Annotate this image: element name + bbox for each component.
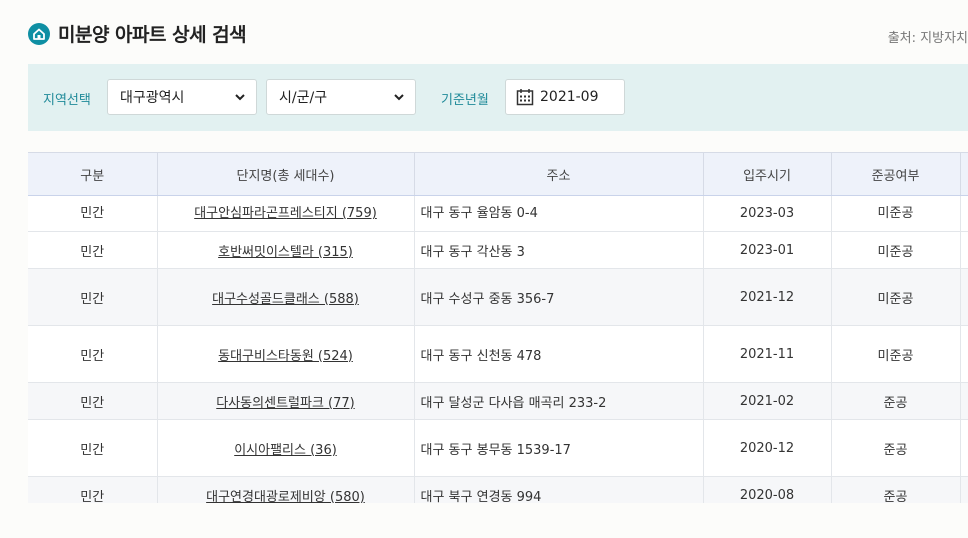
cell-status: 미준공 [831, 231, 961, 269]
cell-status: 준공 [831, 476, 961, 503]
cell-type: 민간 [28, 195, 158, 232]
cell-name: 다사동의센트럴파크 (77) [157, 382, 415, 420]
cell-type: 민간 [28, 476, 158, 503]
cell-extra [960, 382, 968, 420]
col-header-address: 주소 [414, 152, 704, 196]
calendar-icon [516, 88, 534, 106]
cell-status: 준공 [831, 382, 961, 420]
cell-move-in: 2021-12 [703, 268, 832, 326]
cell-address: 대구 동구 율암동 0-4 [414, 195, 704, 232]
cell-move-in: 2021-02 [703, 382, 832, 420]
cell-move-in: 2020-08 [703, 476, 832, 503]
table-row: 민간 호반써밋이스텔라 (315) 대구 동구 각산동 3 2023-01 미준… [28, 231, 968, 269]
cell-move-in: 2021-11 [703, 325, 832, 383]
source-note: 출처: 지방자치 [887, 31, 968, 46]
cell-name: 대구수성골드클래스 (588) [157, 268, 415, 326]
filter-bar: 지역선택 대구광역시 시/군/구 기준년월 2021-09 [28, 64, 968, 131]
cell-address: 대구 동구 신천동 478 [414, 325, 704, 383]
cell-move-in: 2023-03 [703, 195, 832, 232]
cell-address: 대구 달성군 다사읍 매곡리 233-2 [414, 382, 704, 420]
table-row: 민간 다사동의센트럴파크 (77) 대구 달성군 다사읍 매곡리 233-2 2… [28, 382, 968, 420]
district-select-value: 시/군/구 [279, 90, 328, 106]
cell-status: 미준공 [831, 325, 961, 383]
apartment-link[interactable]: 이시아팰리스 (36) [234, 443, 337, 458]
page-title: 미분양 아파트 상세 검색 [58, 24, 247, 46]
date-value: 2021-09 [540, 89, 599, 105]
table-row: 민간 이시아팰리스 (36) 대구 동구 봉무동 1539-17 2020-12… [28, 419, 968, 477]
region-select-value: 대구광역시 [120, 90, 185, 106]
results-table-wrap[interactable]: 구분 단지명(총 세대수) 주소 입주시기 준공여부 민간 대구안심파라곤프레스… [28, 152, 968, 503]
chevron-down-icon [393, 91, 405, 107]
apartment-link[interactable]: 대구연경대광로제비앙 (580) [206, 490, 365, 504]
results-table: 구분 단지명(총 세대수) 주소 입주시기 준공여부 민간 대구안심파라곤프레스… [28, 152, 968, 503]
cell-extra [960, 268, 968, 326]
cell-status: 준공 [831, 419, 961, 477]
cell-name: 호반써밋이스텔라 (315) [157, 231, 415, 269]
chevron-down-icon [234, 91, 246, 107]
cell-name: 동대구비스타동원 (524) [157, 325, 415, 383]
apartment-link[interactable]: 대구안심파라곤프레스티지 (759) [194, 206, 377, 221]
cell-type: 민간 [28, 325, 158, 383]
district-select[interactable]: 시/군/구 [266, 79, 416, 115]
cell-extra [960, 325, 968, 383]
cell-extra [960, 231, 968, 269]
table-row: 민간 대구연경대광로제비앙 (580) 대구 북구 연경동 994 2020-0… [28, 476, 968, 504]
apartment-link[interactable]: 호반써밋이스텔라 (315) [218, 245, 353, 260]
table-row: 민간 대구안심파라곤프레스티지 (759) 대구 동구 율암동 0-4 2023… [28, 195, 968, 232]
region-label: 지역선택 [43, 93, 91, 108]
cell-extra [960, 419, 968, 477]
apartment-link[interactable]: 동대구비스타동원 (524) [218, 349, 353, 364]
cell-address: 대구 동구 봉무동 1539-17 [414, 419, 704, 477]
table-row: 민간 대구수성골드클래스 (588) 대구 수성구 중동 356-7 2021-… [28, 268, 968, 326]
cell-extra [960, 476, 968, 503]
cell-name: 대구연경대광로제비앙 (580) [157, 476, 415, 504]
table-row: 민간 동대구비스타동원 (524) 대구 동구 신천동 478 2021-11 … [28, 325, 968, 383]
apartment-link[interactable]: 다사동의센트럴파크 (77) [216, 396, 354, 411]
cell-extra [960, 195, 968, 232]
cell-move-in: 2020-12 [703, 419, 832, 477]
col-header-status: 준공여부 [831, 152, 961, 196]
cell-address: 대구 동구 각산동 3 [414, 231, 704, 269]
col-header-name: 단지명(총 세대수) [157, 152, 415, 196]
region-select[interactable]: 대구광역시 [107, 79, 257, 115]
cell-address: 대구 수성구 중동 356-7 [414, 268, 704, 326]
home-icon [28, 22, 50, 45]
cell-type: 민간 [28, 382, 158, 420]
cell-move-in: 2023-01 [703, 231, 832, 269]
cell-status: 미준공 [831, 195, 961, 232]
cell-address: 대구 북구 연경동 994 [414, 476, 704, 503]
cell-type: 민간 [28, 419, 158, 477]
cell-status: 미준공 [831, 268, 961, 326]
table-header-row: 구분 단지명(총 세대수) 주소 입주시기 준공여부 [28, 152, 968, 196]
col-header-move-in: 입주시기 [703, 152, 832, 196]
title-row: 미분양 아파트 상세 검색 [28, 20, 247, 47]
date-label: 기준년월 [441, 93, 489, 108]
cell-type: 민간 [28, 231, 158, 269]
cell-type: 민간 [28, 268, 158, 326]
date-input[interactable]: 2021-09 [505, 79, 625, 115]
apartment-link[interactable]: 대구수성골드클래스 (588) [212, 292, 359, 307]
cell-name: 대구안심파라곤프레스티지 (759) [157, 195, 415, 232]
cell-name: 이시아팰리스 (36) [157, 419, 415, 477]
col-header-type: 구분 [28, 152, 158, 196]
col-header-extra [960, 152, 968, 196]
